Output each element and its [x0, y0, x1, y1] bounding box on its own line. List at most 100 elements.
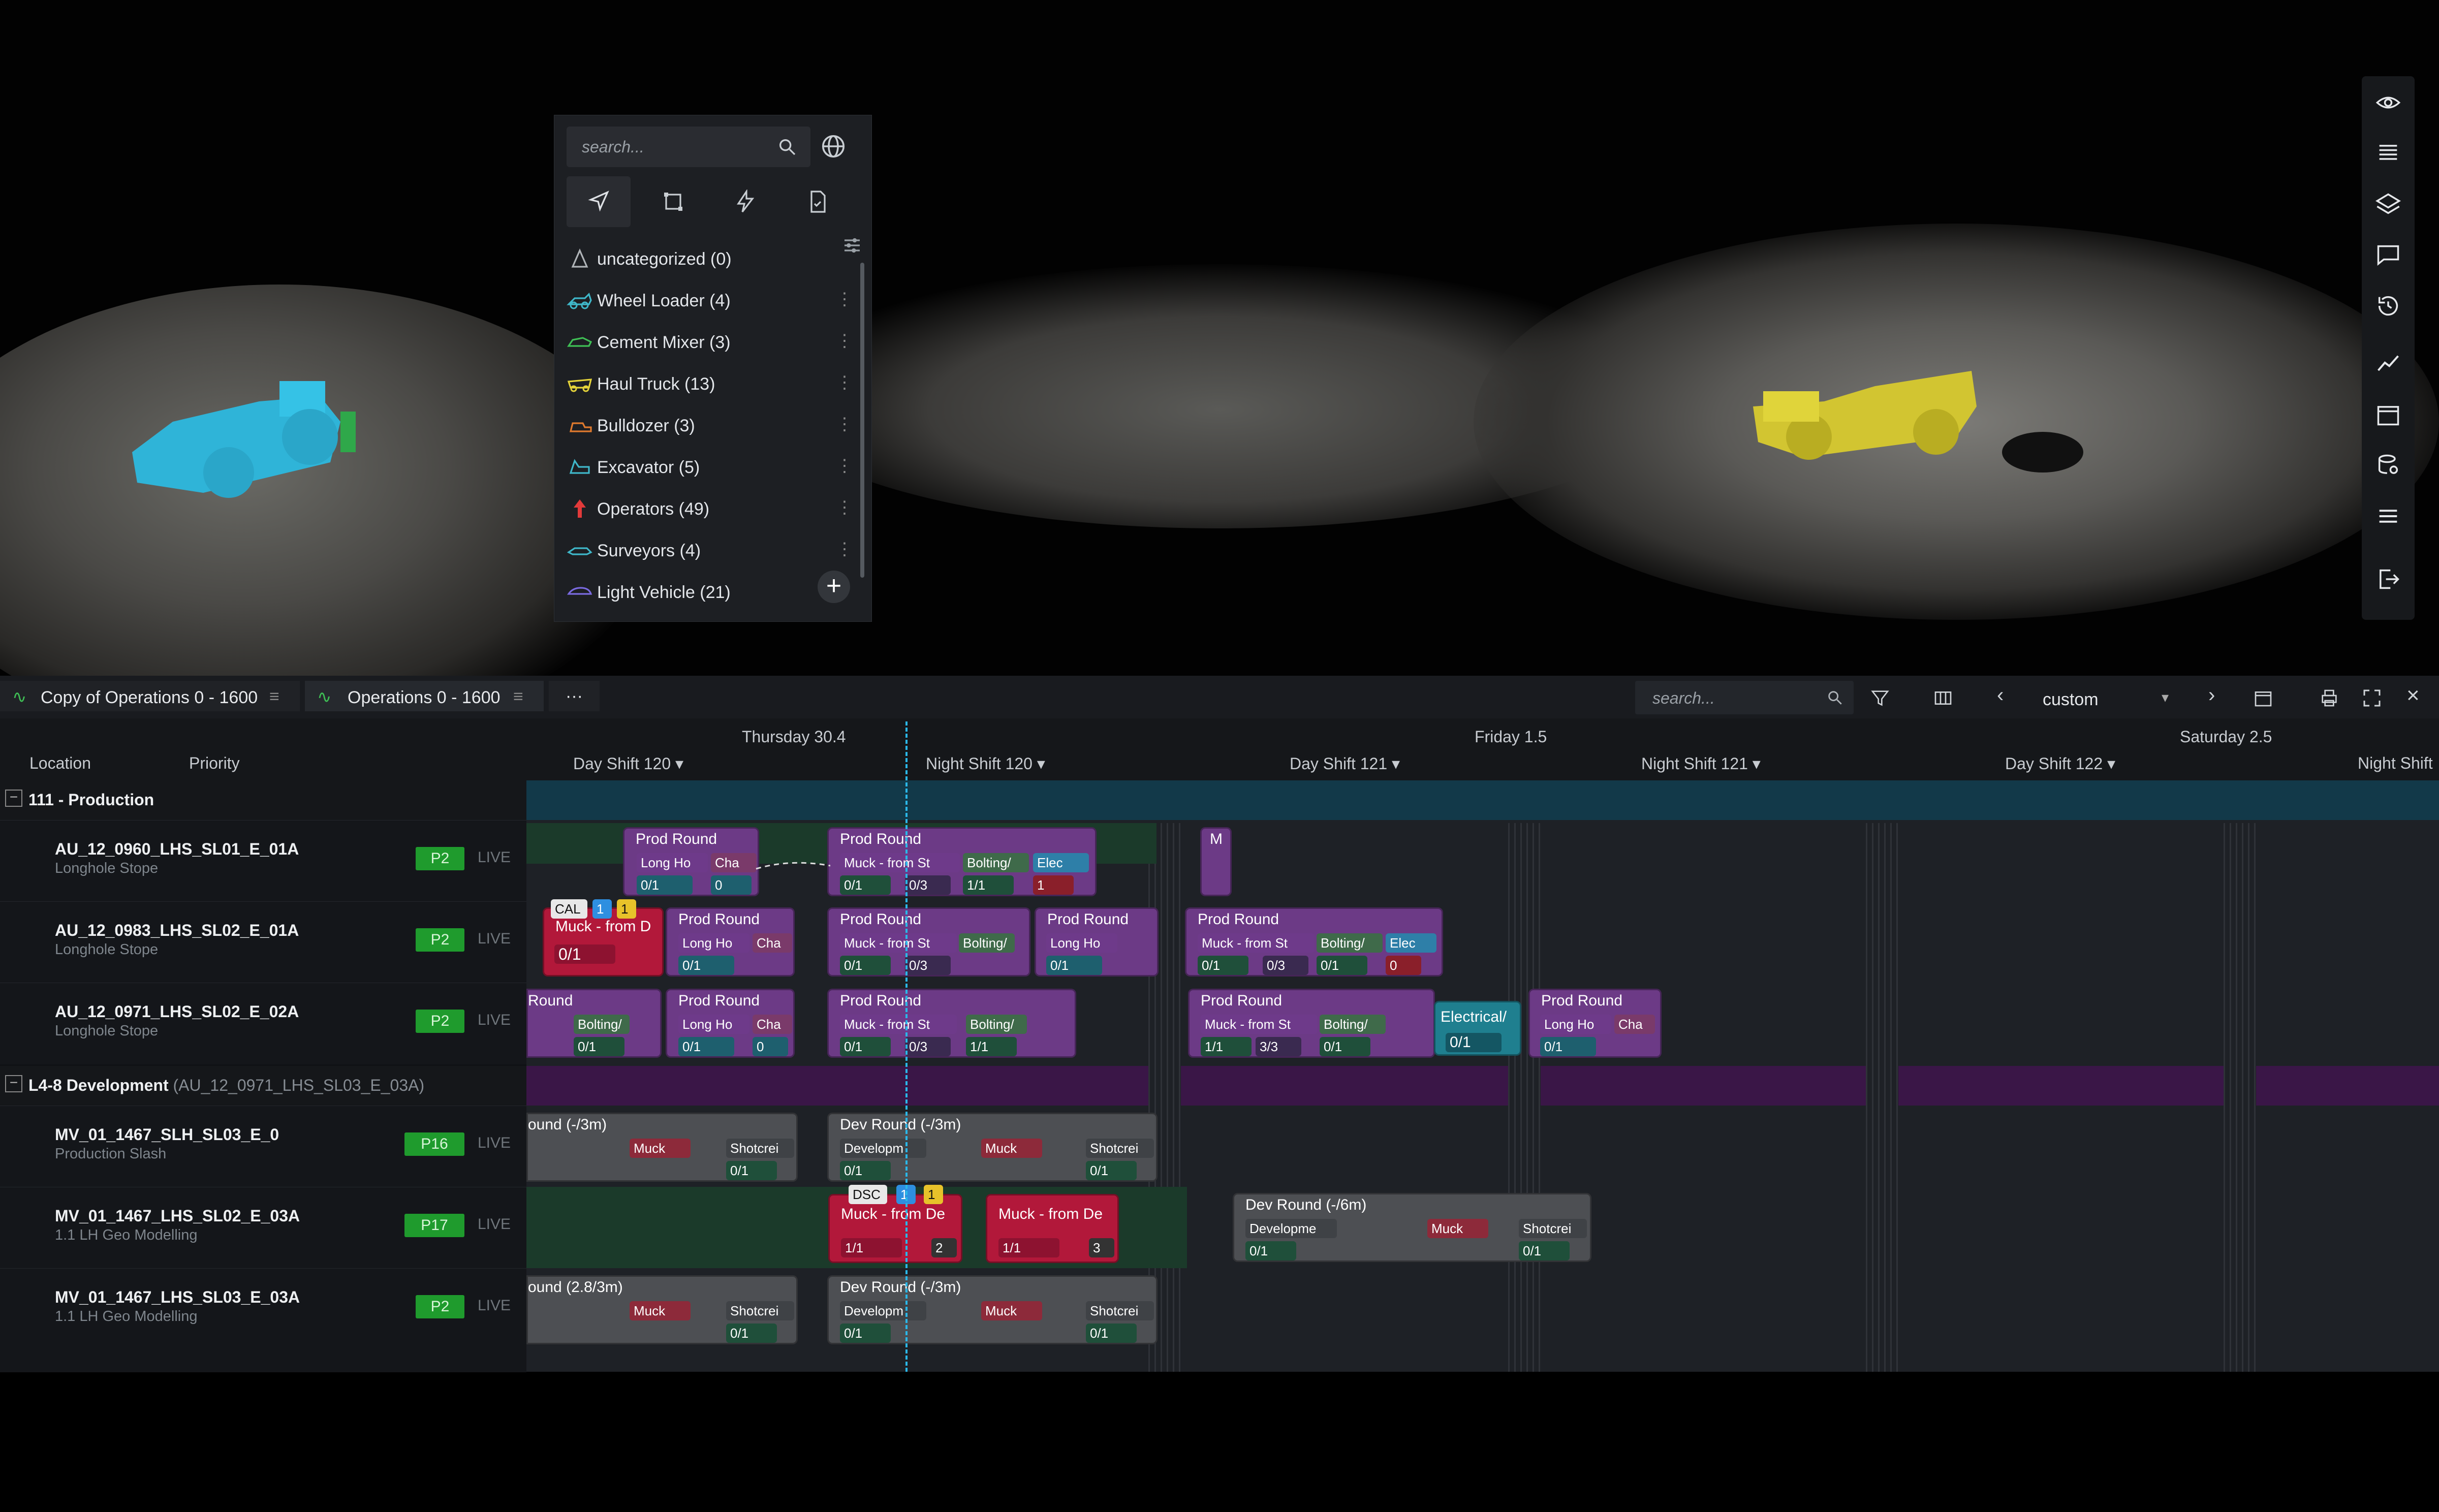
more-tabs-button[interactable]: ··· — [549, 681, 600, 711]
collapse-icon[interactable]: − — [5, 1075, 22, 1092]
task-chip-muck[interactable]: Muck — [981, 1301, 1042, 1320]
3d-viewport[interactable]: search... uncategorized (0) Wheel Loader… — [0, 0, 2439, 676]
task-card-dev-round[interactable]: ound (-/3m) Muck Shotcrei 0/1 — [526, 1113, 798, 1182]
eye-icon[interactable] — [2375, 89, 2401, 116]
task-chip-bolting[interactable]: Bolting/ — [966, 1015, 1027, 1034]
task-chip-bolting[interactable]: Bolting/ — [1317, 933, 1383, 953]
calendar-icon[interactable] — [2253, 688, 2273, 708]
task-card-muck-from-dev[interactable]: Muck - from De 1/1 2 — [828, 1194, 962, 1263]
shift-night-120[interactable]: Night Shift 120 ▾ — [926, 754, 1045, 773]
tab-menu-icon[interactable]: ≡ — [269, 687, 279, 707]
task-chip-shotcrete[interactable]: Shotcrei — [726, 1301, 794, 1320]
task-chip-shotcrete[interactable]: Shotcrei — [726, 1139, 794, 1158]
task-chip-muck[interactable]: Muck — [1427, 1219, 1488, 1238]
task-card-prod-round[interactable]: Prod Round Long Ho Cha 0/1 — [1528, 989, 1662, 1058]
task-chip-muck[interactable]: Muck - from St — [840, 1015, 957, 1034]
priority-badge[interactable]: P2 — [416, 847, 464, 870]
category-menu-icon[interactable]: ⋮ — [836, 414, 853, 434]
task-card-prod-round[interactable]: Prod Round Long Ho Cha 0/1 0 — [666, 989, 795, 1058]
history-icon[interactable] — [2375, 293, 2401, 319]
analytics-icon[interactable] — [2375, 351, 2401, 377]
task-chip-charge[interactable]: Cha — [753, 933, 792, 953]
area-select-icon[interactable] — [661, 190, 685, 214]
task-card-m[interactable]: M — [1200, 827, 1232, 896]
task-chip-muck[interactable]: Muck - from St — [840, 933, 957, 953]
print-icon[interactable] — [2319, 688, 2339, 708]
task-card-m[interactable] — [1200, 1508, 1203, 1511]
category-uncategorized[interactable]: uncategorized (0) — [567, 241, 851, 277]
task-chip-charge[interactable]: Cha — [1614, 1015, 1655, 1034]
tab-copy-of-operations[interactable]: ∿ Copy of Operations 0 - 1600 ≡ — [0, 681, 300, 711]
category-surveyors[interactable]: Surveyors (4) ⋮ — [567, 533, 853, 569]
filter-icon[interactable] — [1870, 688, 1890, 708]
shift-day-120[interactable]: Day Shift 120 ▾ — [573, 754, 683, 773]
wheel-loader-model[interactable] — [127, 366, 391, 508]
task-chip-development[interactable]: Developm — [840, 1139, 926, 1158]
comment-icon[interactable] — [2375, 242, 2401, 268]
columns-icon[interactable] — [1933, 688, 1953, 708]
task-card-prod-round[interactable]: Prod Round Muck - from St Bolting/ 0/1 0… — [827, 989, 1076, 1058]
task-card-electrical[interactable]: Electrical/ 0/1 — [1434, 1001, 1521, 1056]
table-row[interactable]: AU_12_0960_LHS_SL01_E_01A Longhole Stope… — [0, 820, 526, 902]
task-chip-muck[interactable]: Muck - from St — [840, 853, 960, 872]
lightning-icon[interactable] — [733, 190, 758, 214]
category-menu-icon[interactable]: ⋮ — [836, 497, 853, 518]
logout-icon[interactable] — [2375, 566, 2401, 592]
task-chip-bolting[interactable]: Bolting/ — [959, 933, 1015, 953]
group-development[interactable]: − L4-8 Development (AU_12_0971_LHS_SL03_… — [0, 1066, 2439, 1106]
category-cement-mixer[interactable]: Cement Mixer (3) ⋮ — [567, 325, 853, 360]
list-icon[interactable] — [2375, 140, 2401, 167]
task-card-prod-round[interactable]: Prod Round Muck - from St Bolting/ Elec … — [1185, 907, 1443, 976]
tab-menu-icon[interactable]: ≡ — [513, 687, 523, 707]
calendar-icon[interactable] — [2375, 401, 2401, 428]
tab-navigation[interactable] — [567, 176, 631, 227]
table-row[interactable]: MV_01_1467_LHS_SL03_E_03A 1.1 LH Geo Mod… — [0, 1268, 526, 1372]
category-excavator[interactable]: Excavator (5) ⋮ — [567, 450, 853, 485]
task-card-dev-round[interactable]: Dev Round (-/3m) Developm Muck Shotcrei … — [827, 1113, 1158, 1182]
category-menu-icon[interactable]: ⋮ — [836, 331, 853, 351]
task-chip-charge[interactable]: Cha — [711, 853, 757, 872]
fullscreen-icon[interactable] — [2362, 688, 2382, 708]
task-card-prod-round[interactable]: Prod Round Long Ho 0/1 — [1035, 907, 1159, 976]
priority-badge[interactable]: P2 — [416, 1295, 464, 1318]
category-menu-icon[interactable]: ⋮ — [836, 539, 853, 559]
task-chip-muck[interactable]: Muck - from St — [1201, 1015, 1318, 1034]
task-chip-development[interactable]: Developm — [840, 1301, 926, 1320]
haul-truck-model[interactable] — [1743, 366, 1987, 467]
category-operators[interactable]: Operators (49) ⋮ — [567, 491, 853, 527]
task-card-prod-round[interactable]: Round Bolting/ 0/1 — [526, 989, 662, 1058]
task-card-dev-round[interactable]: Dev Round (-/6m) Developme Muck Shotcrei… — [1233, 1193, 1591, 1262]
database-search-icon[interactable] — [2375, 452, 2401, 479]
chevron-left-icon[interactable]: ‹ — [1997, 684, 2004, 707]
task-chip-charge[interactable]: Cha — [753, 1015, 792, 1034]
close-icon[interactable]: × — [2406, 683, 2420, 708]
task-chip-muck[interactable]: Muck — [630, 1139, 691, 1158]
category-wheel-loader[interactable]: Wheel Loader (4) ⋮ — [567, 283, 853, 319]
collapse-icon[interactable]: − — [5, 790, 22, 807]
shift-night[interactable]: Night Shift — [2358, 754, 2433, 773]
task-card-prod-round[interactable]: Prod Round Muck - from St Bolting/ 0/1 0… — [827, 907, 1030, 976]
task-chip-shotcrete[interactable]: Shotcrei — [1086, 1301, 1154, 1320]
category-light-vehicle[interactable]: Light Vehicle (21) — [567, 575, 851, 610]
search-icon[interactable] — [777, 137, 797, 157]
table-row[interactable]: MV_01_1467_SLH_SL03_E_0 Production Slash… — [0, 1106, 526, 1187]
task-card-dev-round[interactable]: ound (2.8/3m) Muck Shotcrei 0/1 — [526, 1275, 798, 1344]
globe-icon[interactable] — [820, 133, 847, 160]
chevron-right-icon[interactable]: › — [2208, 684, 2215, 707]
task-chip-long-hole[interactable]: Long Ho — [1540, 1015, 1611, 1034]
category-menu-icon[interactable]: ⋮ — [836, 456, 853, 476]
table-row[interactable]: AU_12_0971_LHS_SL02_E_02A Longhole Stope… — [0, 983, 526, 1064]
category-menu-icon[interactable]: ⋮ — [836, 372, 853, 393]
layer-search-input[interactable]: search... — [567, 127, 810, 167]
task-chip-bolting[interactable]: Bolting/ — [574, 1015, 630, 1034]
category-haul-truck[interactable]: Haul Truck (13) ⋮ — [567, 366, 853, 402]
task-chip-long-hole[interactable]: Long Ho — [678, 1015, 749, 1034]
task-chip-electrical[interactable]: Elec — [1033, 853, 1089, 872]
task-chip-shotcrete[interactable]: Shotcrei — [1086, 1139, 1154, 1158]
column-location[interactable]: Location — [29, 754, 91, 773]
task-chip-electrical[interactable]: Elec — [1386, 933, 1436, 953]
range-select[interactable]: custom ▾ — [2033, 683, 2180, 713]
add-category-button[interactable]: + — [818, 571, 850, 603]
task-chip-muck[interactable]: Muck — [630, 1301, 691, 1320]
priority-badge[interactable]: P2 — [416, 928, 464, 952]
